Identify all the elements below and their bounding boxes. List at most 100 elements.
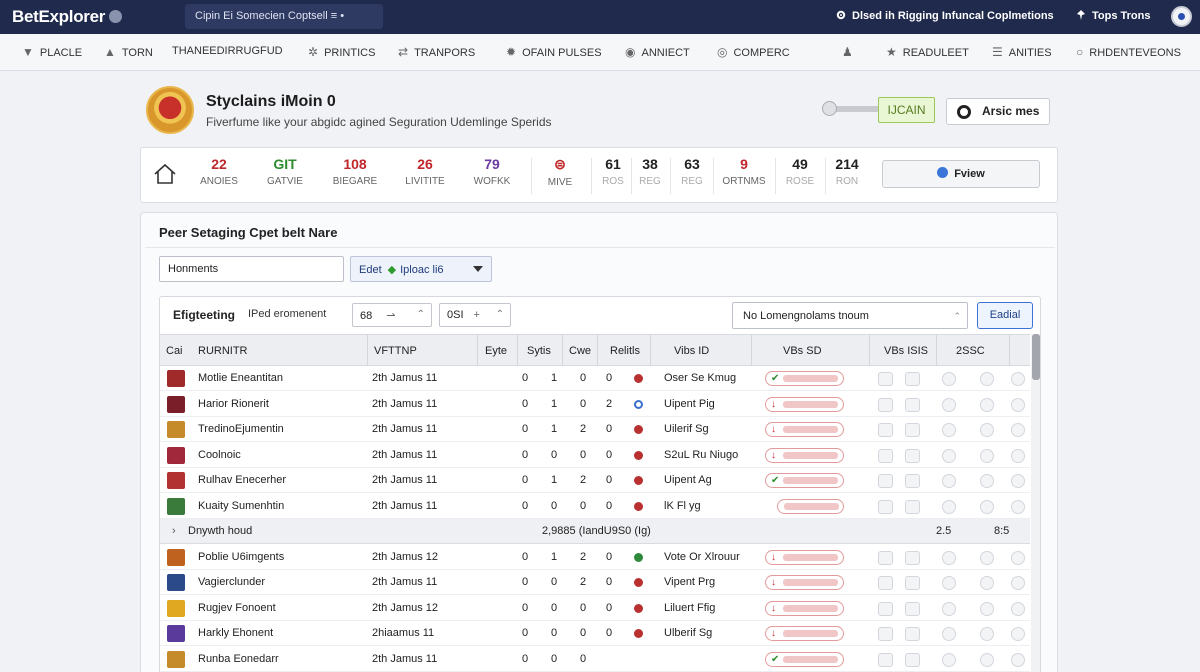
row-action-button[interactable] [905, 397, 920, 412]
row-action-button[interactable] [878, 499, 893, 514]
table-row[interactable]: Rugjev Fonoent 2th Jamus 12 0 0 0 0 Liluert Ff… [160, 596, 1030, 621]
row-info-button[interactable] [942, 499, 956, 514]
stat-item[interactable]: 214 RON [829, 156, 865, 187]
col-header[interactable]: RURNITR [198, 345, 248, 357]
row-action-button[interactable] [905, 627, 920, 641]
table-row[interactable]: Harior Rionerit 2th Jamus 11 0 1 0 2 Uipent Pi… [160, 392, 1030, 417]
col-header[interactable]: Cai [166, 345, 183, 357]
row-info-button[interactable] [942, 550, 956, 565]
stat-item[interactable]: ⊜ MIVE [539, 156, 581, 188]
row-action-button[interactable] [878, 397, 893, 412]
row-info-button[interactable] [980, 423, 994, 437]
row-info-button[interactable] [942, 474, 956, 488]
nav-item-anities[interactable]: ☰ ANITIES [992, 45, 1052, 59]
row-more-button[interactable] [1011, 448, 1025, 463]
row-info-button[interactable] [942, 576, 956, 590]
row-more-button[interactable] [1011, 652, 1025, 667]
filter-select[interactable]: No Lomengnolams tnoum ⌃ [732, 302, 968, 329]
row-action-button[interactable] [878, 652, 893, 667]
row-action-button[interactable] [905, 550, 920, 565]
table-row[interactable]: Vagierclunder 2th Jamus 11 0 0 2 0 Vipent Prg ↓ [160, 570, 1030, 595]
nav-item-user[interactable]: ♟ [842, 45, 859, 59]
nav-item-readuleet[interactable]: ★ READULEET [886, 45, 969, 59]
row-action-button[interactable] [878, 372, 893, 386]
nav-item-anniect[interactable]: ◉ ANNIECT [625, 45, 690, 59]
col-header[interactable]: Relitls [610, 345, 640, 357]
odds-pill[interactable]: ↓ [765, 396, 844, 412]
row-action-button[interactable] [905, 474, 920, 488]
nav-item-thaneed[interactable]: THANEEDIRRUGFUD [172, 45, 283, 57]
col-header[interactable]: VBs SD [783, 345, 822, 357]
stat-item[interactable]: 38 REG [635, 156, 665, 187]
row-info-button[interactable] [980, 474, 994, 488]
row-action-button[interactable] [878, 448, 893, 463]
table-row[interactable]: Motlie Eneantitan 2th Jamus 11 0 1 0 0 Oser Se… [160, 366, 1030, 391]
stat-item[interactable]: 79 WOFKK [467, 156, 517, 187]
row-info-button[interactable] [942, 627, 956, 641]
upload-dropdown[interactable]: Edet ◆ Iploac li6 [350, 256, 492, 282]
row-more-button[interactable] [1011, 627, 1025, 641]
stat-item[interactable]: 9 ORTNMS [719, 156, 769, 187]
row-more-button[interactable] [1011, 423, 1025, 437]
col-header[interactable]: Vibs ID [674, 345, 709, 357]
row-more-button[interactable] [1011, 397, 1025, 412]
col-header[interactable]: 2SSC [956, 345, 985, 357]
row-action-button[interactable] [878, 576, 893, 590]
table-row[interactable]: Harkly Ehonent 2hiaamus 11 0 0 0 0 Ulberif Sg ↓ [160, 621, 1030, 646]
odds-pill[interactable]: ↓ [765, 575, 844, 590]
row-info-button[interactable] [942, 397, 956, 412]
page-stepper[interactable]: 68 ⇀ ⌃ [352, 303, 432, 327]
row-action-button[interactable] [878, 474, 893, 488]
odds-pill[interactable]: ↓ [765, 422, 844, 437]
row-info-button[interactable] [942, 652, 956, 667]
nav-item-comperc[interactable]: ◎ COMPERC [717, 45, 790, 59]
nav-item-printics[interactable]: ✲ PRINTICS [308, 45, 375, 59]
row-action-button[interactable] [878, 423, 893, 437]
table-row[interactable]: TredinoEjumentin 2th Jamus 11 0 1 2 0 Uilerif … [160, 417, 1030, 442]
scrollbar[interactable] [1031, 334, 1040, 672]
row-action-button[interactable] [878, 550, 893, 565]
home-icon[interactable] [153, 162, 177, 186]
row-action-button[interactable] [878, 601, 893, 616]
preview-button[interactable]: Fview [882, 160, 1040, 188]
top-link-settings[interactable]: Dlsed ih Rigging Infuncal Coplmetions [836, 10, 1054, 22]
row-more-button[interactable] [1011, 601, 1025, 616]
table-row[interactable]: Poblie U6imgents 2th Jamus 12 0 1 2 0 Vote Or … [160, 545, 1030, 570]
row-action-button[interactable] [905, 423, 920, 437]
scrollbar-thumb[interactable] [1032, 334, 1040, 380]
row-more-button[interactable] [1011, 372, 1025, 386]
top-search-box[interactable]: Cipin Ei Somecien Coptsell ≡ • [185, 4, 383, 29]
col-header[interactable]: VBs ISIS [884, 345, 928, 357]
row-info-button[interactable] [942, 601, 956, 616]
row-info-button[interactable] [980, 397, 994, 412]
nav-item-rhdentev[interactable]: ○ RHDENTEVEONS [1076, 45, 1181, 59]
stat-item[interactable]: 49 ROSE [781, 156, 819, 187]
row-info-button[interactable] [980, 627, 994, 641]
row-info-button[interactable] [980, 448, 994, 463]
odds-pill[interactable]: ✔ [765, 473, 844, 488]
stat-item[interactable]: 61 ROS [593, 156, 633, 187]
nav-item-placle[interactable]: ▼ PLACLE [22, 45, 82, 59]
table-row[interactable]: Runba Eonedarr 2th Jamus 11 0 0 0 ✔ [160, 647, 1030, 672]
action-button[interactable]: Arsic mes [946, 98, 1050, 125]
row-info-button[interactable] [980, 652, 994, 667]
row-action-button[interactable] [905, 601, 920, 616]
odds-pill[interactable]: ↓ [765, 626, 844, 641]
row-action-button[interactable] [905, 372, 920, 386]
col-header[interactable]: Cwe [569, 345, 591, 357]
nav-item-tranpors[interactable]: ⇄ TRANPORS [398, 45, 475, 59]
odds-pill[interactable] [777, 498, 844, 514]
odds-pill[interactable]: ✔ [765, 651, 844, 667]
odds-pill[interactable]: ↓ [765, 549, 844, 565]
row-more-button[interactable] [1011, 550, 1025, 565]
stat-item[interactable]: 63 REG [675, 156, 709, 187]
filter-input[interactable]: Honments [159, 256, 344, 282]
top-link-trends[interactable]: Tops Trons [1076, 10, 1150, 22]
odds-pill[interactable]: ↓ [765, 600, 844, 616]
row-info-button[interactable] [942, 448, 956, 463]
user-avatar[interactable] [1171, 6, 1192, 27]
row-info-button[interactable] [980, 499, 994, 514]
stat-item[interactable]: 108 BIEGARE [327, 156, 383, 187]
status-badge[interactable]: IJCAIN [878, 97, 935, 123]
site-logo[interactable]: BetExplorer [12, 7, 123, 27]
